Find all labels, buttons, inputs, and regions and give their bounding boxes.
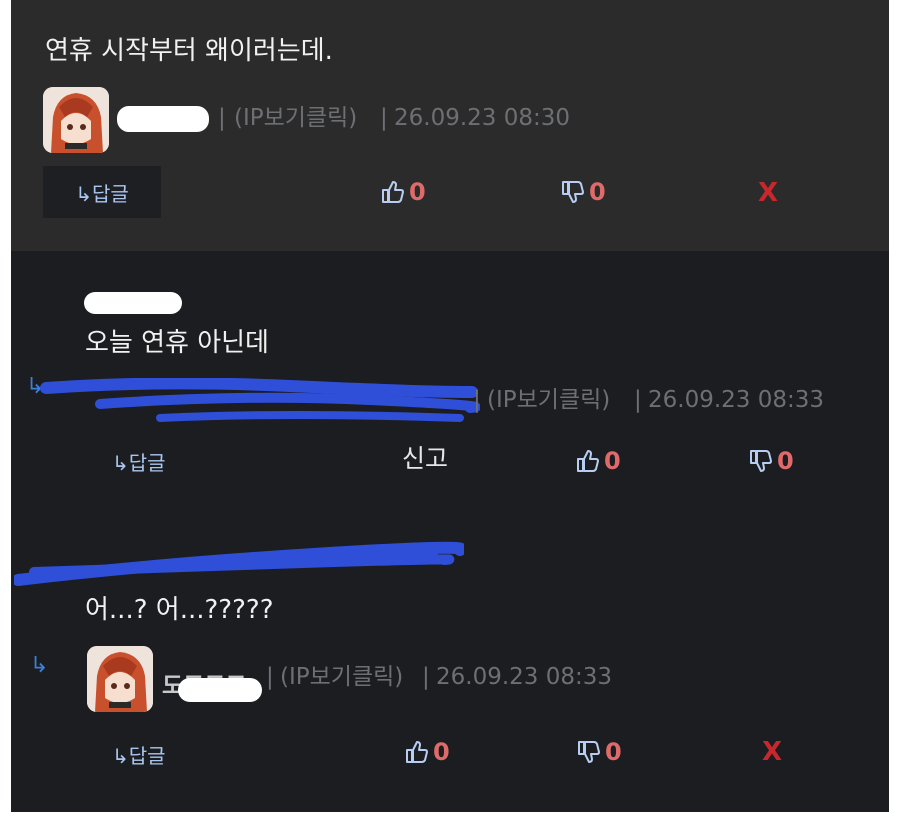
avatar[interactable] — [43, 87, 109, 153]
meta-separator: | — [380, 105, 388, 131]
delete-button[interactable]: X — [762, 739, 782, 765]
like-count: 0 — [409, 178, 426, 206]
reply-button[interactable]: ↳답글 — [43, 166, 161, 218]
redacted-name — [117, 106, 209, 132]
reply-label: ↳답글 — [112, 451, 166, 475]
report-button[interactable]: 신고 — [402, 446, 448, 471]
dislike-count: 0 — [589, 178, 606, 206]
like-count: 0 — [604, 447, 621, 475]
redacted-name — [178, 678, 262, 702]
comment-text: 연휴 시작부터 왜이러는데. — [45, 36, 333, 66]
timestamp: 26.09.23 08:33 — [436, 664, 613, 690]
thumbs-up-icon — [382, 181, 404, 203]
avatar[interactable] — [87, 646, 153, 712]
timestamp: 26.09.23 08:30 — [394, 105, 571, 131]
dislike-count: 0 — [605, 738, 622, 766]
reply-label: ↳답글 — [75, 181, 129, 206]
ip-view-link[interactable]: (IP보기클릭) — [280, 666, 403, 689]
thumbs-down-icon — [562, 181, 584, 203]
meta-separator: | — [266, 664, 274, 690]
meta-separator: | — [422, 664, 430, 690]
dislike-count: 0 — [777, 447, 794, 475]
comment-text: 어...? 어...????? — [85, 595, 274, 625]
like-button[interactable]: 0 — [380, 178, 426, 206]
redaction-scribble — [40, 378, 480, 422]
like-count: 0 — [433, 738, 450, 766]
dislike-button[interactable]: 0 — [576, 738, 622, 766]
thumbs-up-icon — [406, 741, 428, 763]
thumbs-down-icon — [750, 450, 772, 472]
ip-view-link[interactable]: (IP보기클릭) — [234, 107, 357, 130]
reply-label: ↳답글 — [112, 744, 166, 768]
delete-button[interactable]: X — [758, 180, 778, 206]
dislike-button[interactable]: 0 — [560, 178, 606, 206]
thumbs-up-icon — [577, 450, 599, 472]
meta-separator: | — [473, 387, 481, 413]
like-button[interactable]: 0 — [404, 738, 450, 766]
reply-button[interactable]: ↳답글 — [112, 447, 166, 476]
reply-button[interactable]: ↳답글 — [112, 740, 166, 769]
reply-arrow-icon: ↳ — [30, 653, 49, 678]
redacted-name — [84, 292, 182, 314]
timestamp: 26.09.23 08:33 — [648, 387, 825, 413]
like-button[interactable]: 0 — [575, 447, 621, 475]
meta-separator: | — [218, 105, 226, 131]
ip-view-link[interactable]: (IP보기클릭) — [487, 389, 610, 412]
thumbs-down-icon — [578, 741, 600, 763]
comment-text: 오늘 연휴 아닌데 — [85, 328, 269, 358]
dislike-button[interactable]: 0 — [748, 447, 794, 475]
meta-separator: | — [634, 387, 642, 413]
redaction-scribble — [14, 541, 464, 586]
